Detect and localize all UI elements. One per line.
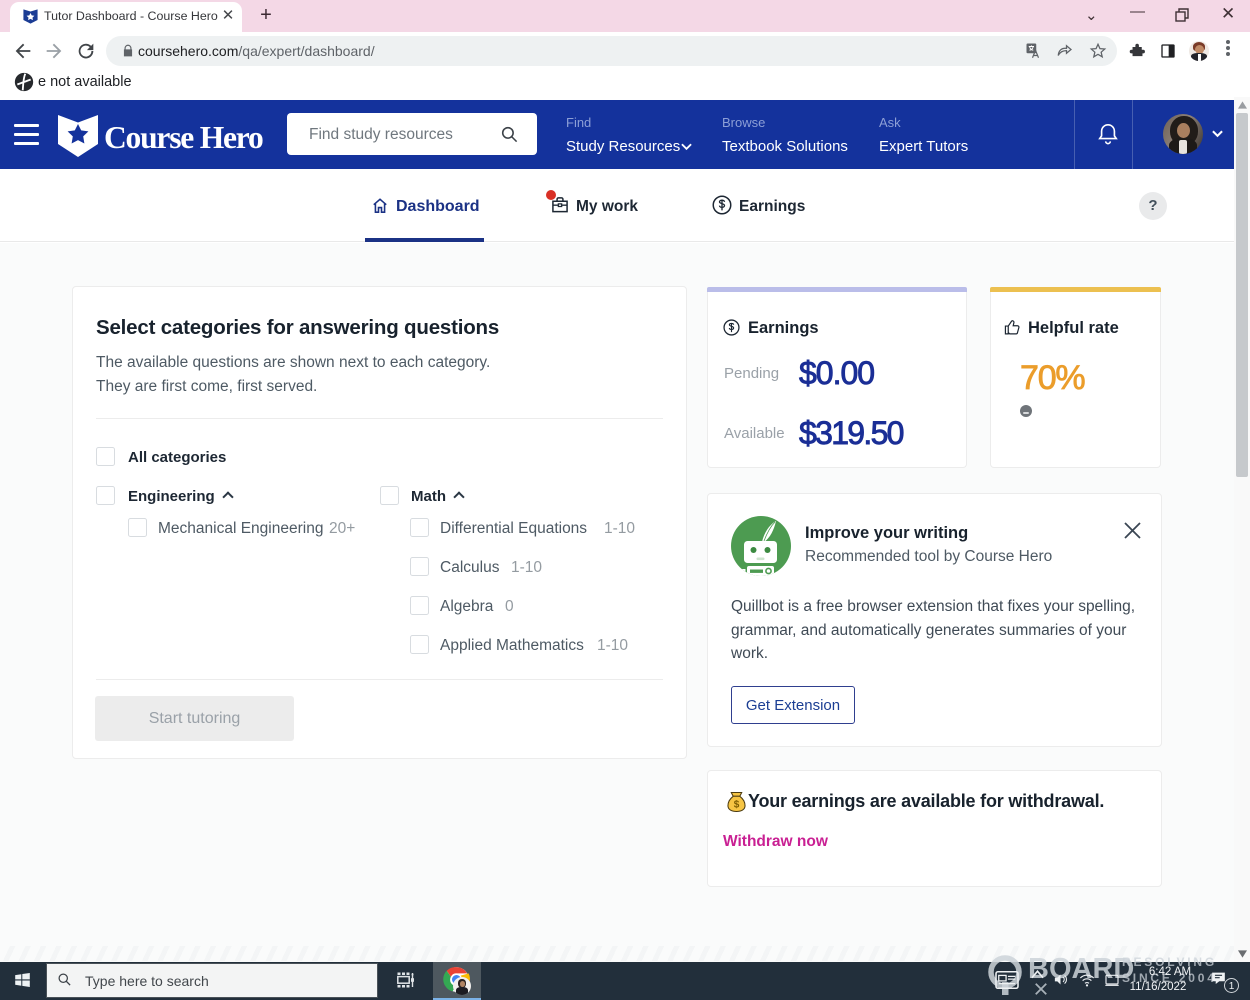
svg-text:$: $: [734, 800, 740, 811]
